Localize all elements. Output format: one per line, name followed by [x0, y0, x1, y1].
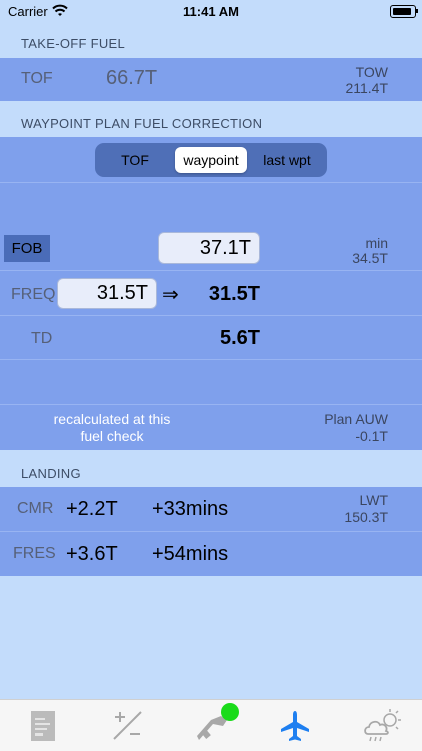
- tof-value: 66.7T: [106, 67, 158, 89]
- freq-input[interactable]: 31.5T: [57, 278, 157, 309]
- cmr-fuel: +2.2T: [66, 498, 118, 520]
- fuel-nozzle-icon[interactable]: [193, 702, 243, 746]
- segment-waypoint[interactable]: waypoint: [175, 147, 247, 173]
- landing-header-text: LANDING: [21, 466, 81, 481]
- divider: [0, 315, 422, 316]
- td-value: 5.6T: [219, 327, 260, 349]
- recalc-note-line1: recalculated at this: [53, 411, 171, 427]
- divider: [0, 270, 422, 271]
- min-value: 34.5T: [352, 250, 388, 266]
- cmr-label: CMR: [17, 500, 54, 517]
- takeoff-header-text: TAKE-OFF FUEL: [21, 36, 126, 51]
- td-label: TD: [31, 330, 53, 347]
- divider: [0, 359, 422, 360]
- landing-section-header: LANDING: [0, 456, 422, 488]
- freq-label: FREQ: [11, 286, 56, 303]
- divider: [0, 531, 422, 532]
- tow-label: TOW: [355, 64, 388, 80]
- tow-value: 211.4T: [345, 80, 388, 96]
- source-segmented-control: TOF waypoint last wpt: [95, 143, 327, 177]
- battery-tip: [416, 9, 418, 13]
- fob-tag[interactable]: FOB: [4, 235, 50, 262]
- takeoff-section-header: TAKE-OFF FUEL: [0, 26, 422, 58]
- tof-label: TOF: [21, 70, 53, 87]
- segment-tof[interactable]: TOF: [99, 147, 171, 173]
- arrow-icon: ⇒: [162, 284, 179, 306]
- airplane-icon[interactable]: [280, 710, 310, 742]
- cloud-weather-icon[interactable]: [362, 708, 402, 744]
- fres-time: +54mins: [152, 543, 229, 565]
- waypoint-section-header: WAYPOINT PLAN FUEL CORRECTION: [0, 106, 422, 138]
- cmr-time: +33mins: [152, 498, 229, 520]
- plus-minus-slash-icon[interactable]: [110, 708, 144, 742]
- plan-auw-label: Plan AUW: [324, 411, 388, 427]
- lwt-label: LWT: [359, 492, 388, 508]
- min-label: min: [365, 235, 388, 251]
- lwt-value: 150.3T: [344, 509, 388, 525]
- battery-icon: [390, 5, 416, 18]
- segment-last-wpt[interactable]: last wpt: [251, 147, 323, 173]
- fob-input[interactable]: 37.1T: [158, 232, 260, 264]
- status-time: 11:41 AM: [183, 4, 239, 19]
- fres-label: FRES: [13, 545, 56, 562]
- divider: [0, 404, 422, 405]
- recalc-note-line2: fuel check: [80, 428, 144, 444]
- freq-result: 31.5T: [208, 283, 260, 305]
- fres-fuel: +3.6T: [66, 543, 118, 565]
- divider: [0, 182, 422, 183]
- plan-auw-value: -0.1T: [355, 428, 388, 444]
- document-icon[interactable]: [30, 710, 56, 742]
- waypoint-header-text: WAYPOINT PLAN FUEL CORRECTION: [21, 116, 263, 131]
